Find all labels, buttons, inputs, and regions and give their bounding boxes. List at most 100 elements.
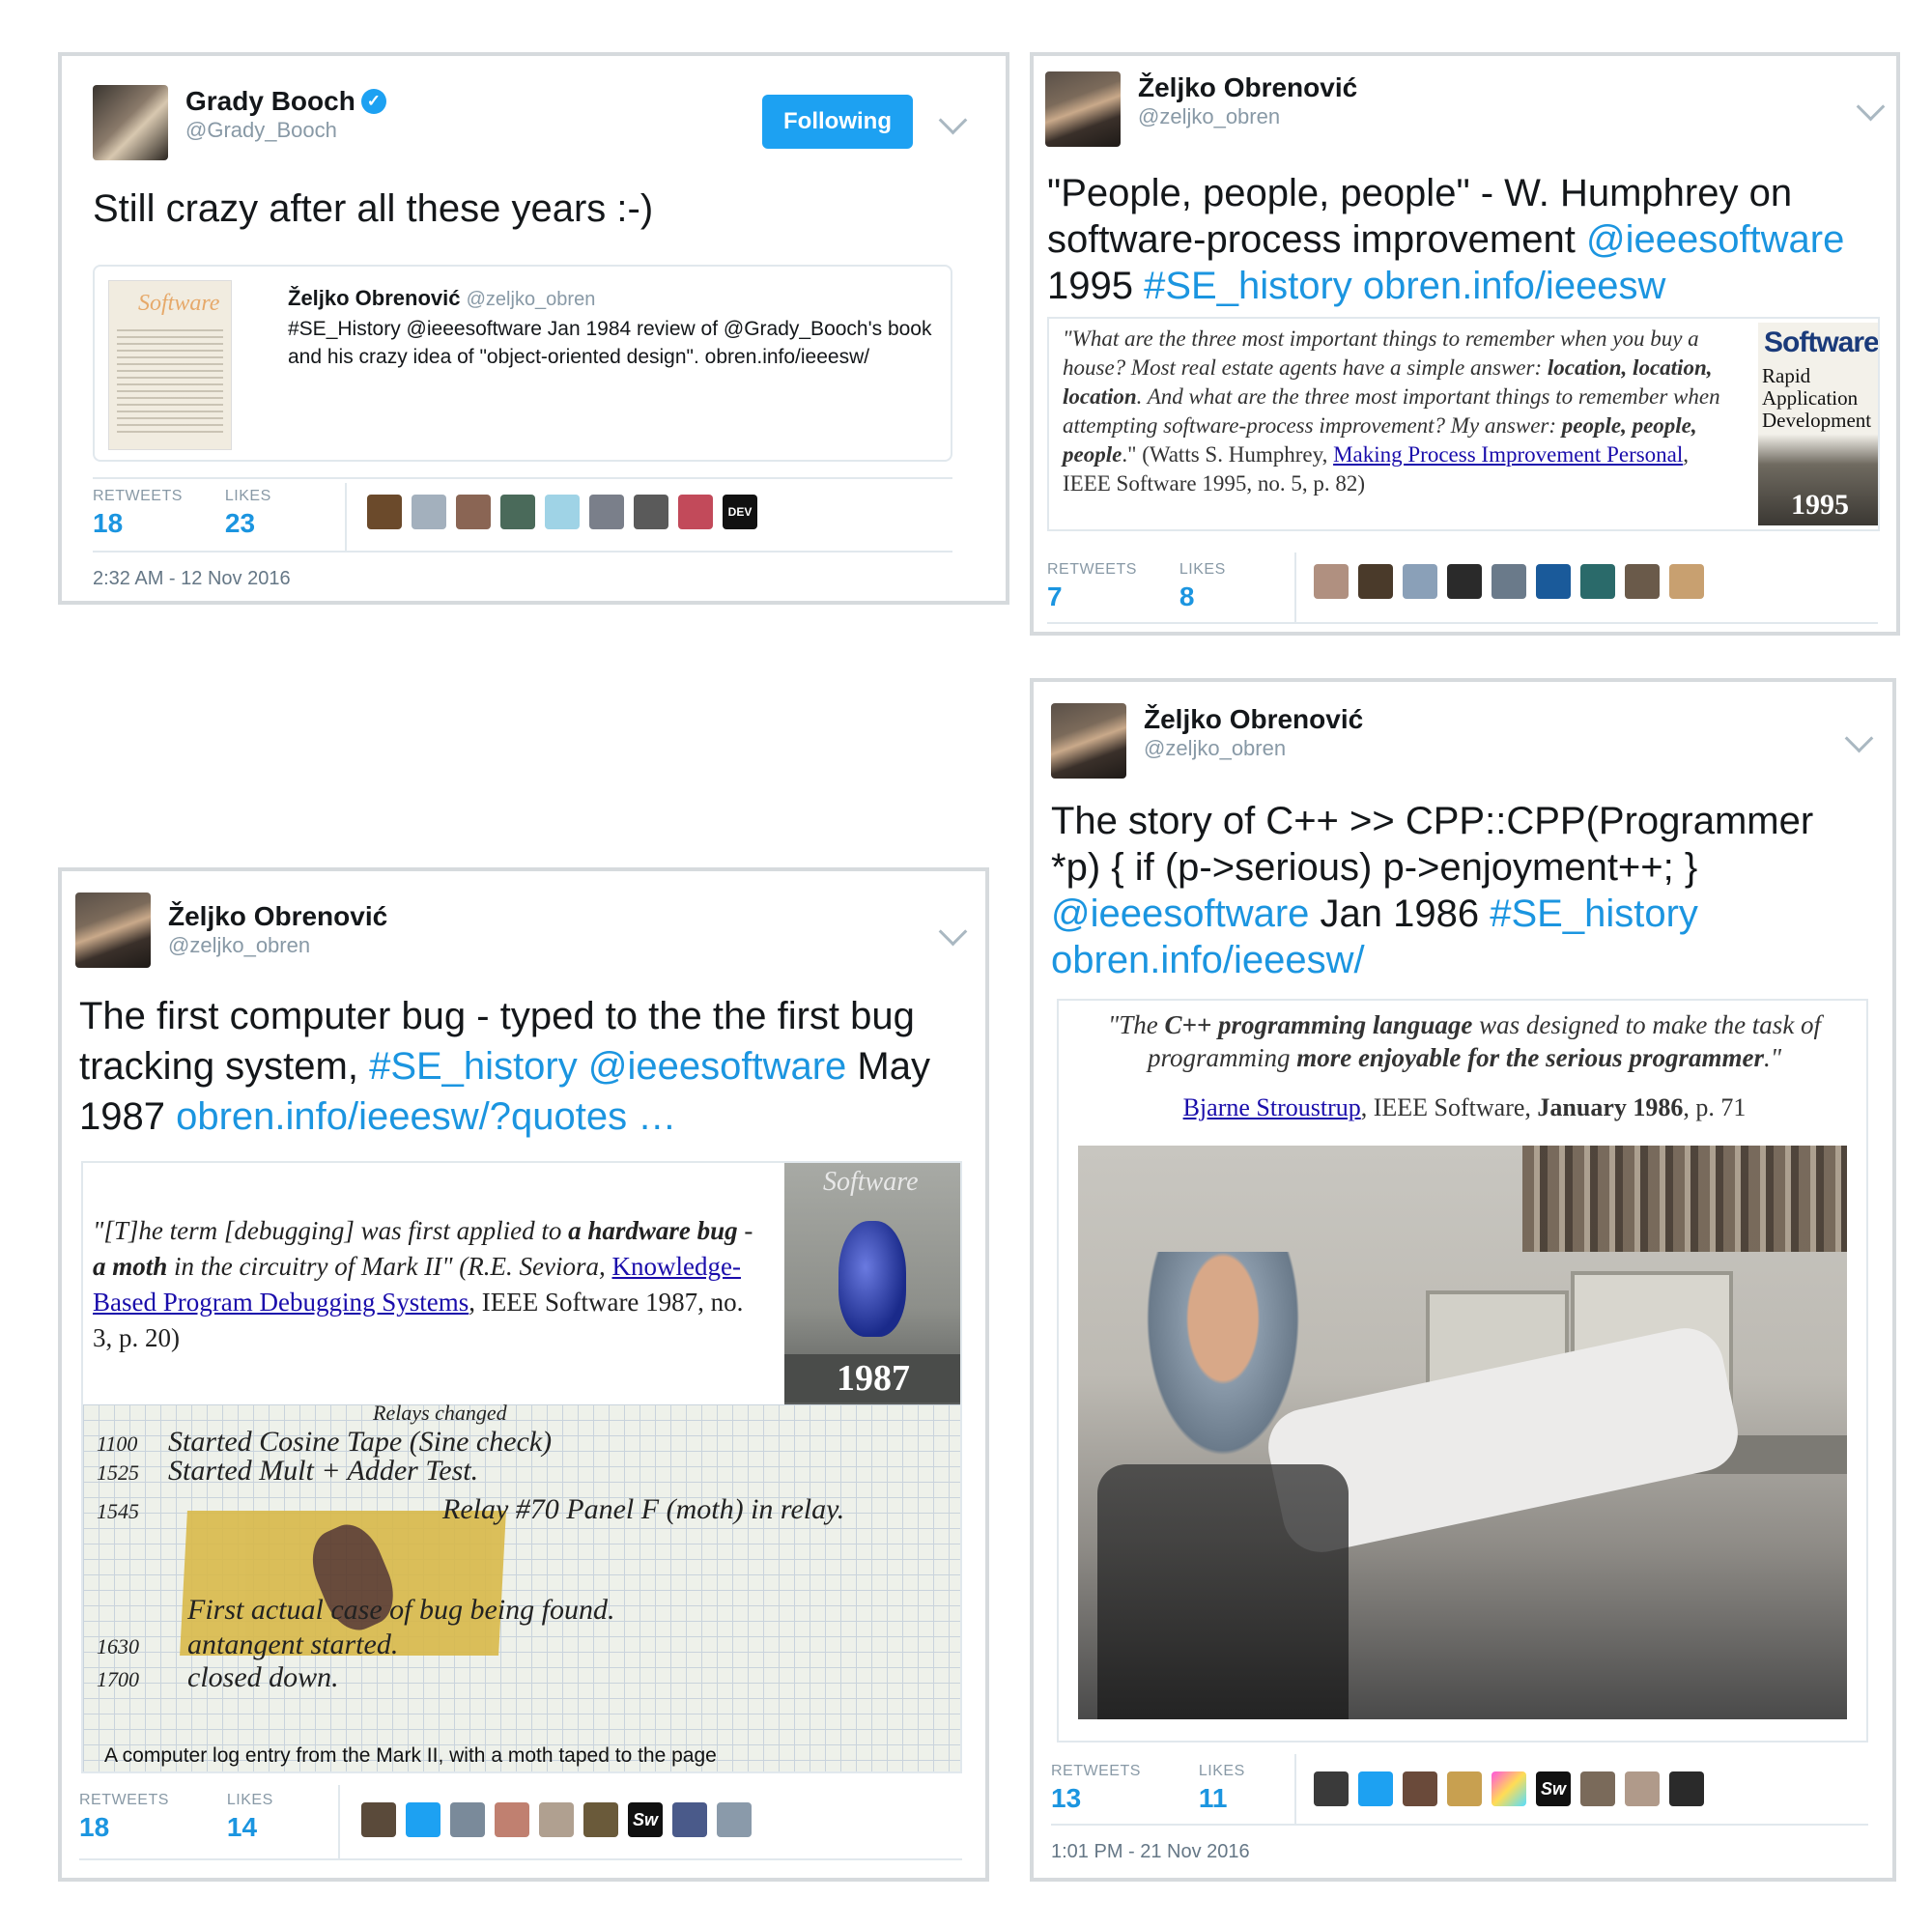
avatar[interactable] [456, 495, 491, 529]
author-handle[interactable]: @zeljko_obren [1144, 736, 1363, 761]
author-name[interactable]: Grady Booch [185, 85, 355, 118]
likes-count[interactable]: 11 [1199, 1781, 1245, 1816]
avatar[interactable] [1314, 1771, 1349, 1806]
likes-stat[interactable]: LIKES 8 [1179, 560, 1226, 614]
author-name[interactable]: Željko Obrenović [1144, 703, 1363, 736]
sw-avatar[interactable]: Sw [1536, 1771, 1571, 1806]
reference-link[interactable]: Making Process Improvement Personal [1333, 442, 1683, 467]
retweets-stat[interactable]: RETWEETS 13 [1051, 1762, 1141, 1816]
avatar[interactable] [1045, 71, 1121, 147]
avatar[interactable] [672, 1802, 707, 1837]
chevron-down-icon[interactable] [1856, 92, 1886, 122]
retweets-label: RETWEETS [1051, 1763, 1141, 1779]
thumbnail-title: Software [138, 291, 220, 316]
quote-bold: C++ programming language [1164, 1010, 1473, 1039]
avatar[interactable] [539, 1802, 574, 1837]
retweets-count[interactable]: 18 [79, 1810, 169, 1845]
avatar[interactable] [412, 495, 446, 529]
retweets-stat[interactable]: RETWEETS 7 [1047, 560, 1137, 614]
url-link[interactable]: obren.info/ieeesw/?quotes [176, 1095, 627, 1138]
author-link[interactable]: Bjarne Stroustrup [1183, 1093, 1361, 1121]
hashtag-link[interactable]: #SE_history [369, 1045, 578, 1088]
author-name-row[interactable]: Grady Booch ✓ [185, 85, 386, 118]
likes-stat[interactable]: LIKES 11 [1199, 1762, 1245, 1816]
following-button[interactable]: Following [762, 95, 913, 149]
avatar[interactable] [1358, 1771, 1393, 1806]
likes-stat[interactable]: LIKES 23 [225, 487, 271, 541]
avatar[interactable] [589, 495, 624, 529]
quoted-author-handle[interactable]: @zeljko_obren [467, 289, 596, 310]
avatar[interactable] [361, 1802, 396, 1837]
mention-link[interactable]: @ieeesoftware [1051, 893, 1309, 935]
avatar[interactable] [495, 1802, 529, 1837]
avatar[interactable] [1492, 564, 1526, 599]
avatar[interactable] [583, 1802, 618, 1837]
avatar[interactable] [75, 893, 151, 968]
mention-link[interactable]: @ieeesoftware [588, 1045, 846, 1088]
author-handle[interactable]: @zeljko_obren [1138, 104, 1357, 129]
likes-count[interactable]: 8 [1179, 580, 1226, 614]
quoted-tweet[interactable]: Software Željko Obrenović @zeljko_obren … [93, 265, 952, 462]
avatar[interactable] [717, 1802, 752, 1837]
bookshelf [1522, 1146, 1847, 1252]
avatar[interactable] [1051, 703, 1126, 779]
hashtag-link[interactable]: #SE_history [1490, 893, 1698, 935]
avatar[interactable] [1492, 1771, 1526, 1806]
avatar[interactable] [1580, 1771, 1615, 1806]
avatar[interactable] [1314, 564, 1349, 599]
quoted-author-name[interactable]: Željko Obrenović [288, 286, 461, 310]
hashtag-link[interactable]: #SE_history [1144, 265, 1352, 307]
tweet-media[interactable]: "The C++ programming language was design… [1057, 999, 1868, 1743]
tweet-card-bug: Željko Obrenović @zeljko_obren The first… [58, 867, 989, 1882]
avatar[interactable] [678, 495, 713, 529]
timestamp[interactable]: 2:32 AM - 12 Nov 2016 [93, 568, 291, 590]
likes-stat[interactable]: LIKES 14 [227, 1791, 273, 1845]
avatar[interactable] [634, 495, 668, 529]
tweet-media[interactable]: "What are the three most important thing… [1047, 317, 1880, 531]
author-name[interactable]: Željko Obrenović [1138, 71, 1357, 104]
likes-count[interactable]: 23 [225, 506, 271, 541]
media-quote: "What are the three most important thing… [1063, 325, 1739, 498]
avatar[interactable] [1669, 564, 1704, 599]
avatar[interactable] [1447, 1771, 1482, 1806]
timestamp[interactable]: 1:01 PM - 21 Nov 2016 [1051, 1841, 1250, 1863]
chevron-down-icon[interactable] [938, 917, 968, 947]
avatar[interactable] [1669, 1771, 1704, 1806]
retweets-label: RETWEETS [79, 1792, 169, 1808]
chevron-down-icon[interactable] [1844, 723, 1874, 753]
avatar[interactable] [450, 1802, 485, 1837]
avatar[interactable] [500, 495, 535, 529]
author-name[interactable]: Željko Obrenović [168, 900, 387, 933]
avatar[interactable] [1358, 564, 1393, 599]
stroustrup-photo [1078, 1146, 1847, 1719]
quoted-author[interactable]: Željko Obrenović @zeljko_obren [288, 286, 935, 311]
avatar[interactable] [1536, 564, 1571, 599]
retweets-count[interactable]: 13 [1051, 1781, 1141, 1816]
author-handle[interactable]: @zeljko_obren [168, 933, 387, 958]
retweets-count[interactable]: 7 [1047, 580, 1137, 614]
chevron-down-icon[interactable] [938, 105, 968, 135]
url-link[interactable]: obren.info/ieeesw/ [1051, 939, 1365, 981]
sw-avatar[interactable]: Sw [628, 1802, 663, 1837]
likes-count[interactable]: 14 [227, 1810, 273, 1845]
url-link[interactable]: obren.info/ieeesw [1363, 265, 1666, 307]
avatar[interactable] [367, 495, 402, 529]
author-handle[interactable]: @Grady_Booch [185, 118, 386, 143]
avatar[interactable] [1625, 1771, 1660, 1806]
retweets-count[interactable]: 18 [93, 506, 183, 541]
avatar[interactable] [545, 495, 580, 529]
avatar[interactable] [1447, 564, 1482, 599]
retweets-stat[interactable]: RETWEETS 18 [79, 1791, 169, 1845]
avatar[interactable] [1625, 564, 1660, 599]
avatar[interactable] [1403, 1771, 1437, 1806]
retweets-stat[interactable]: RETWEETS 18 [93, 487, 183, 541]
dev-avatar[interactable]: DEV [723, 495, 757, 529]
avatar[interactable] [406, 1802, 440, 1837]
mention-link[interactable]: @ieeesoftware [1586, 218, 1844, 261]
tweet-media[interactable]: "[T]he term [debugging] was first applie… [81, 1161, 962, 1773]
quote-part: in the circuitry of Mark II" (R.E. Sevio… [167, 1252, 612, 1281]
avatar[interactable] [1403, 564, 1437, 599]
avatar[interactable] [1580, 564, 1615, 599]
media-quote: "The C++ programming language was design… [1078, 1008, 1851, 1074]
avatar[interactable] [93, 85, 168, 160]
